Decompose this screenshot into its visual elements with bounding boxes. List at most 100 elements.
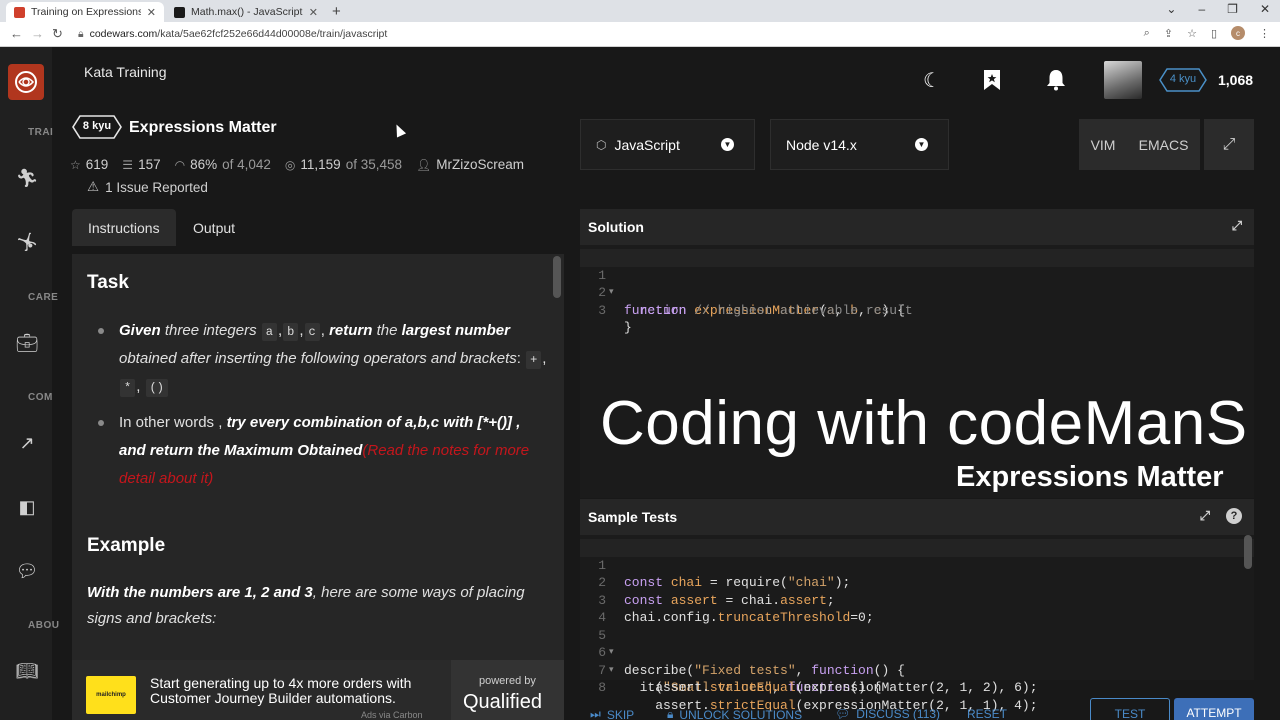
expand-icon[interactable]: ⤢ xyxy=(1200,508,1210,524)
warning-icon: ⚠ xyxy=(87,179,100,194)
tab-search-icon[interactable]: ⌄ xyxy=(1166,2,1176,16)
tests-scrollbar[interactable] xyxy=(1244,535,1252,569)
op-brackets: () xyxy=(145,379,168,397)
practice-icon[interactable]: 🏃︎ xyxy=(16,167,39,189)
profile-avatar-icon[interactable]: c xyxy=(1231,26,1245,40)
bookmark-star-icon[interactable]: ☆ xyxy=(1187,27,1197,40)
notifications-bell-icon[interactable] xyxy=(1044,68,1068,92)
runtime-select[interactable]: Node v14.x ▼ xyxy=(770,119,949,170)
rank-badge[interactable]: 4 kyu xyxy=(1159,73,1207,85)
close-icon[interactable]: ✕ xyxy=(147,6,156,19)
ad-text[interactable]: Start generating up to 4x more orders wi… xyxy=(150,676,440,706)
fullscreen-button[interactable]: ⤢ xyxy=(1204,119,1254,170)
back-icon[interactable]: ← xyxy=(10,26,23,41)
url-path: /kata/5ae62fcf252e66d44d00008e/train/jav… xyxy=(157,28,388,40)
close-icon[interactable]: ✕ xyxy=(309,6,318,19)
lock-icon: 🔒︎ xyxy=(78,28,84,40)
qualified-logo[interactable]: Qualified xyxy=(463,691,542,714)
emacs-mode-button[interactable]: EMACS xyxy=(1139,137,1189,153)
help-icon[interactable]: ? xyxy=(1226,508,1242,524)
reset-button[interactable]: RESET xyxy=(967,707,1007,720)
author-stat[interactable]: 👤︎ MrZizoScream xyxy=(416,157,524,172)
browser-tab-codewars[interactable]: Training on Expressions Matter | ✕ xyxy=(6,2,164,22)
restore-icon[interactable]: ❐ xyxy=(1227,2,1238,16)
dojo-icon[interactable]: 🤸︎ xyxy=(16,231,39,253)
reset-label: RESET xyxy=(967,707,1008,720)
task-bullet-1: Given three integers a,b,c, return the l… xyxy=(119,322,547,397)
sidebar-label-career: CARE xyxy=(28,292,59,303)
skip-icon: ⏭ xyxy=(590,707,601,720)
tab-output[interactable]: Output xyxy=(177,209,251,246)
completed-value: 11,159 xyxy=(300,157,341,172)
dark-mode-moon-icon[interactable]: ☾ xyxy=(920,68,944,92)
code-line: 3 chai.config.truncateThreshold=0; xyxy=(580,574,1254,626)
tab-title: Math.max() - JavaScript | MDN xyxy=(191,6,303,18)
bookmark-icon[interactable] xyxy=(980,68,1004,92)
docs-book-icon[interactable]: 📖︎ xyxy=(16,660,39,682)
forward-icon[interactable]: → xyxy=(31,26,44,41)
window-controls: ⌄ – ❐ ✕ xyxy=(1166,2,1270,16)
leaderboard-icon[interactable]: ↗ xyxy=(16,432,38,454)
stars-stat[interactable]: ☆ 619 xyxy=(70,157,108,172)
video-overlay-subtitle: Expressions Matter xyxy=(956,461,1224,493)
user-avatar[interactable] xyxy=(1104,61,1142,99)
skip-button[interactable]: ⏭ SKIP xyxy=(590,707,634,720)
task-rest-text: obtained after inserting the following o… xyxy=(119,350,517,367)
briefcase-icon[interactable]: 💼︎ xyxy=(16,332,39,354)
language-select[interactable]: ⬡ JavaScript ▼ xyxy=(580,119,755,170)
line-number: 8 xyxy=(598,680,606,695)
discuss-button[interactable]: 💬︎ DISCUSS (113) xyxy=(835,707,940,720)
collections-stat[interactable]: ☰ 157 xyxy=(122,157,160,172)
var-b: b xyxy=(283,323,299,341)
task-heading: Task xyxy=(87,272,129,293)
expand-icon[interactable]: ⤢ xyxy=(1232,218,1242,234)
bullet-dot xyxy=(98,420,104,426)
share-icon[interactable]: ⇪ xyxy=(1164,27,1173,40)
sidebar-label-training: TRAI xyxy=(28,127,54,138)
test-button[interactable]: TEST xyxy=(1090,698,1170,720)
gauge-icon: ◠ xyxy=(174,157,186,172)
sidepanel-icon[interactable]: ▯ xyxy=(1211,27,1217,40)
issues-text: 1 Issue Reported xyxy=(105,179,208,195)
tab-title: Training on Expressions Matter | xyxy=(31,6,141,18)
discord-icon[interactable]: ◧ xyxy=(16,496,38,518)
example-heading: Example xyxy=(87,535,166,556)
url-field[interactable]: 🔒︎ codewars.com/kata/5ae62fcf252e66d44d00… xyxy=(78,28,387,41)
unlock-solutions-button[interactable]: 🔒︎ UNLOCK SOLUTIONS xyxy=(667,707,802,720)
mdn-favicon-icon xyxy=(174,6,185,18)
issues-link[interactable]: ⚠ 1 Issue Reported xyxy=(87,179,208,195)
tab-instructions[interactable]: Instructions xyxy=(72,209,176,246)
bullet-dot xyxy=(98,328,104,334)
codewars-logo-icon[interactable] xyxy=(8,64,44,100)
video-overlay-title: Coding with codeManS xyxy=(600,389,1248,458)
browser-tab-mdn[interactable]: Math.max() - JavaScript | MDN ✕ xyxy=(166,2,326,22)
attempt-button[interactable]: ATTEMPT xyxy=(1174,698,1254,720)
code-line: 1 const chai = require("chai"); xyxy=(580,539,1254,590)
zoom-icon[interactable]: ⌕ xyxy=(1144,27,1150,40)
new-tab-icon[interactable]: + xyxy=(332,3,341,20)
language-hex-icon: ⬡ xyxy=(596,137,607,152)
mailchimp-logo[interactable]: mailchimp xyxy=(86,676,136,714)
the-text: the xyxy=(376,322,398,339)
author-name: MrZizoScream xyxy=(436,157,524,172)
vim-mode-button[interactable]: VIM xyxy=(1091,137,1116,153)
stars-count: 619 xyxy=(85,157,109,172)
close-window-icon[interactable]: ✕ xyxy=(1260,2,1270,16)
skip-label: SKIP xyxy=(606,707,635,720)
menu-dots-icon[interactable]: ⋮ xyxy=(1259,27,1270,40)
browser-tab-bar: Training on Expressions Matter | ✕ Math.… xyxy=(0,0,1280,22)
runtime-value: Node v14.x xyxy=(786,136,857,153)
tests-editor[interactable]: 1 const chai = require("chai"); 2 const … xyxy=(580,535,1254,713)
reload-icon[interactable]: ↻ xyxy=(52,26,63,42)
combination-bold: try every combination of a,b,c with [*+(… xyxy=(226,414,521,431)
url-host: codewars.com xyxy=(89,28,158,40)
minimize-icon[interactable]: – xyxy=(1198,2,1205,16)
var-c: c xyxy=(304,323,320,341)
mouse-cursor xyxy=(391,122,407,138)
chat-icon[interactable]: 💬︎ xyxy=(16,560,39,582)
instructions-scrollbar[interactable] xyxy=(553,256,561,298)
ads-via-carbon[interactable]: Ads via Carbon xyxy=(361,710,423,720)
solution-header: Solution ⤢ xyxy=(580,209,1254,245)
maximum-bold: and return the Maximum Obtained xyxy=(119,442,363,459)
satisfaction-stat: ◠ 86% of 4,042 xyxy=(175,157,271,172)
